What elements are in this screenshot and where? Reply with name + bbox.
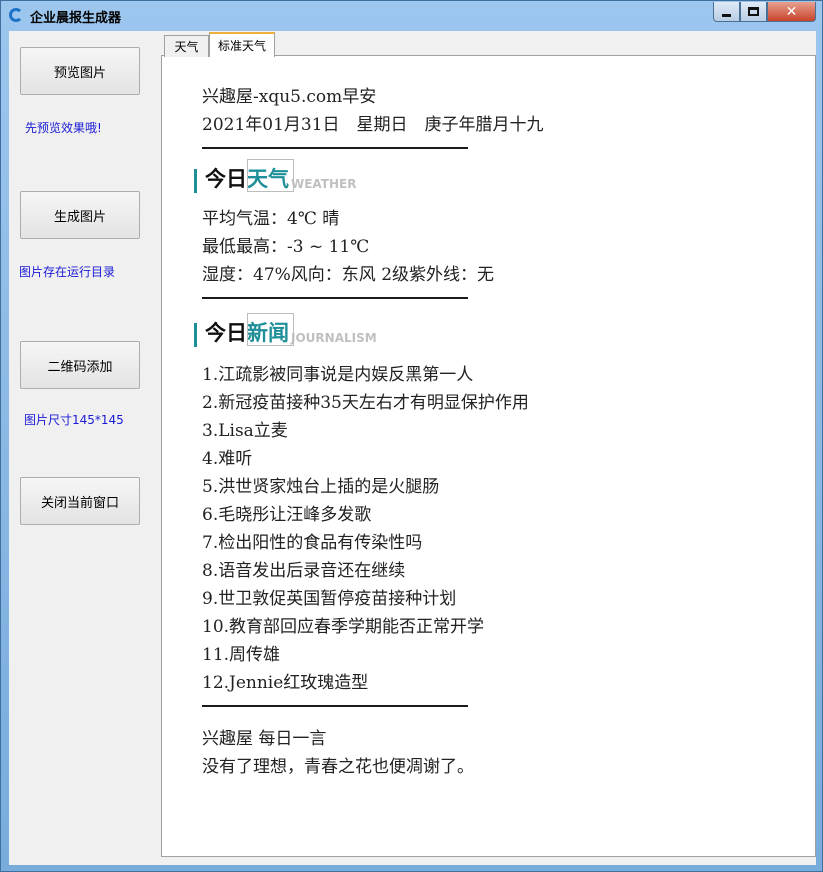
news-item: 6.毛晓彤让汪峰多发歌 xyxy=(202,505,372,525)
maximize-icon xyxy=(748,7,759,16)
news-item: 11.周传雄 xyxy=(202,645,281,665)
news-item: 9.世卫敦促英国暂停疫苗接种计划 xyxy=(202,589,457,609)
report-panel: 兴趣屋-xqu5.com早安 2021年01月31日 星期日 庚子年腊月十九 今… xyxy=(161,55,816,857)
add-qrcode-button[interactable]: 二维码添加 xyxy=(20,341,140,389)
minimize-icon xyxy=(722,13,731,17)
news-item: 3.Lisa立麦 xyxy=(202,421,288,441)
client-area: 预览图片 先预览效果哦! 生成图片 图片存在运行目录 二维码添加 图片尺寸145… xyxy=(9,31,816,865)
weather-section-title: 今日 天气 WEATHER xyxy=(194,159,357,193)
preview-image-button[interactable]: 预览图片 xyxy=(20,47,140,95)
weather-title-today: 今日 xyxy=(205,167,247,191)
quote-text: 没有了理想，青春之花也便凋谢了。 xyxy=(202,757,474,777)
date-line: 2021年01月31日 星期日 庚子年腊月十九 xyxy=(202,115,544,135)
news-title-en: JOURNALISM xyxy=(291,331,377,345)
tab-standard-weather[interactable]: 标准天气 xyxy=(209,32,275,57)
news-item: 10.教育部回应春季学期能否正常开学 xyxy=(202,617,485,637)
main-window: 企业晨报生成器 ✕ 预览图片 先预览效果哦! 生成图片 图片存在运行目录 二维码… xyxy=(0,0,823,872)
news-item: 12.Jennie红玫瑰造型 xyxy=(202,673,369,693)
weather-line: 平均气温：4℃ 晴 xyxy=(202,209,340,229)
section-accent-bar xyxy=(194,169,197,193)
quote-title: 兴趣屋 每日一言 xyxy=(202,729,327,749)
news-item: 5.洪世贤家烛台上插的是火腿肠 xyxy=(202,477,440,497)
preview-hint: 先预览效果哦! xyxy=(25,121,102,135)
news-item: 8.语音发出后录音还在继续 xyxy=(202,561,406,581)
save-location-hint: 图片存在运行目录 xyxy=(19,265,116,279)
news-item: 4.难听 xyxy=(202,449,253,469)
image-size-hint: 图片尺寸145*145 xyxy=(24,413,124,427)
weather-line: 湿度：47%风向：东风 2级紫外线：无 xyxy=(202,265,495,285)
window-title: 企业晨报生成器 xyxy=(30,11,122,26)
greeting-line: 兴趣屋-xqu5.com早安 xyxy=(202,87,377,107)
weather-title-weather: 天气 xyxy=(247,159,294,193)
close-current-window-button[interactable]: 关闭当前窗口 xyxy=(20,477,140,525)
minimize-button[interactable] xyxy=(713,2,740,22)
title-bar[interactable]: 企业晨报生成器 ✕ xyxy=(1,1,822,29)
tab-weather[interactable]: 天气 xyxy=(164,35,209,57)
news-title-news: 新闻 xyxy=(247,313,294,347)
generate-image-button[interactable]: 生成图片 xyxy=(20,191,140,239)
news-item: 1.江疏影被同事说是内娱反黑第一人 xyxy=(202,365,474,385)
news-item: 7.检出阳性的食品有传染性吗 xyxy=(202,533,423,553)
close-window-button[interactable]: ✕ xyxy=(767,2,816,22)
news-title-today: 今日 xyxy=(205,321,247,345)
news-item: 2.新冠疫苗接种35天左右才有明显保护作用 xyxy=(202,393,529,413)
divider xyxy=(202,297,468,299)
divider xyxy=(202,147,468,149)
news-section-title: 今日 新闻 JOURNALISM xyxy=(194,313,377,347)
maximize-button[interactable] xyxy=(740,2,767,22)
close-icon: ✕ xyxy=(785,3,798,20)
divider xyxy=(202,705,468,707)
app-refresh-icon xyxy=(9,8,23,22)
section-accent-bar xyxy=(194,323,197,347)
weather-line: 最低最高：-3 ~ 11℃ xyxy=(202,237,370,257)
weather-title-en: WEATHER xyxy=(291,177,357,191)
